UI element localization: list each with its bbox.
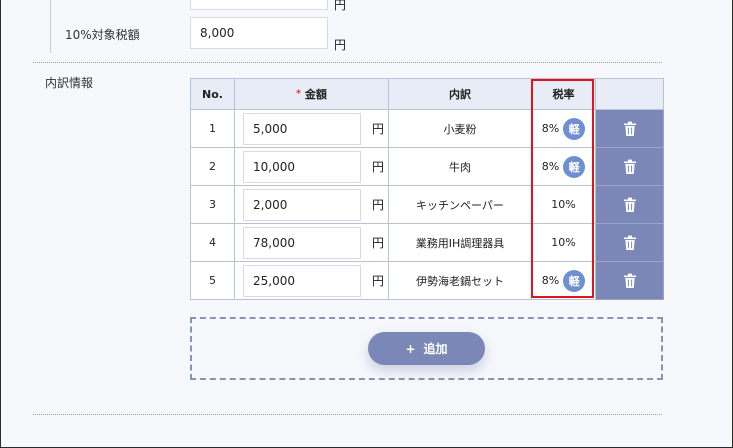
tax-rate-cell: 10% (531, 223, 596, 262)
header-no: No. (190, 78, 235, 110)
add-row-button[interactable]: + 追加 (368, 332, 485, 365)
amount-input[interactable]: 5,000 (243, 112, 361, 145)
header-item: 内訳 (388, 78, 532, 110)
table-row: 2 10,000 円牛肉 8% 軽 (190, 147, 664, 186)
trash-icon (623, 273, 636, 288)
trash-icon (623, 197, 636, 212)
amount-input[interactable]: 2,000 (243, 188, 361, 221)
tax10-amount-input[interactable]: 8,000 (190, 17, 328, 49)
tax-rate-value: 8% (541, 122, 560, 135)
table-row: 4 78,000 円業務用IH調理器具 10% (190, 223, 664, 262)
tax-rate-cell: 8% 軽 (531, 147, 596, 186)
header-tax-rate: 税率 (531, 78, 596, 110)
add-row-label: 追加 (423, 342, 448, 356)
amount-input[interactable]: 10,000 (243, 150, 361, 183)
breakdown-table: No. * 金額 内訳 税率 1 5,000 円小麦粉 8% 軽 2 10,000 円牛肉 8% 軽… (190, 78, 664, 300)
item-name: 業務用IH調理器具 (388, 223, 532, 262)
item-name: 牛肉 (388, 147, 532, 186)
header-amount: * 金額 (234, 78, 389, 110)
item-name: 小麦粉 (388, 109, 532, 148)
row-number: 4 (190, 223, 235, 262)
yen-unit: 円 (372, 198, 385, 212)
reduced-rate-badge: 軽 (563, 155, 586, 178)
required-mark: * (296, 89, 301, 99)
amount-input[interactable]: 78,000 (243, 226, 361, 259)
delete-row-button[interactable] (595, 147, 664, 186)
yen-unit: 円 (372, 122, 385, 136)
tax-rate-value: 10% (551, 236, 576, 249)
header-actions (595, 78, 664, 110)
breakdown-section-label: 内訳情報 (45, 76, 94, 90)
amount-cell: 78,000 円 (234, 223, 389, 262)
tax-rate-cell: 10% (531, 185, 596, 224)
delete-row-button[interactable] (595, 109, 664, 148)
amount-cell: 10,000 円 (234, 147, 389, 186)
left-guide-line (50, 0, 51, 53)
item-name: 伊勢海老鍋セット (388, 261, 532, 300)
plus-icon: + (405, 341, 416, 356)
tax-rate-cell: 8% 軽 (531, 261, 596, 300)
tax-rate-value: 10% (551, 198, 576, 211)
row-number: 1 (190, 109, 235, 148)
table-row: 3 2,000 円キッチンペーパー 10% (190, 185, 664, 224)
reduced-rate-badge: 軽 (563, 269, 586, 292)
trash-icon (623, 235, 636, 250)
yen-unit: 円 (372, 274, 385, 288)
trash-icon (623, 121, 636, 136)
table-header-row: No. * 金額 内訳 税率 (190, 78, 664, 110)
header-amount-label: 金額 (304, 88, 327, 101)
delete-row-button[interactable] (595, 185, 664, 224)
row-number: 2 (190, 147, 235, 186)
row-number: 3 (190, 185, 235, 224)
amount-input[interactable]: 25,000 (243, 264, 361, 297)
tax-rate-cell: 8% 軽 (531, 109, 596, 148)
item-name: キッチンペーパー (388, 185, 532, 224)
row-number: 5 (190, 261, 235, 300)
reduced-rate-badge: 軽 (563, 117, 586, 140)
yen-unit: 円 (372, 160, 385, 174)
tax8-amount-unit: 円 (334, 0, 347, 12)
trash-icon (623, 159, 636, 174)
table-row: 1 5,000 円小麦粉 8% 軽 (190, 109, 664, 148)
bottom-divider (33, 414, 662, 415)
table-row: 5 25,000 円伊勢海老鍋セット 8% 軽 (190, 261, 664, 300)
delete-row-button[interactable] (595, 261, 664, 300)
amount-cell: 25,000 円 (234, 261, 389, 300)
yen-unit: 円 (372, 236, 385, 250)
amount-cell: 5,000 円 (234, 109, 389, 148)
tax-rate-value: 8% (541, 160, 560, 173)
amount-cell: 2,000 円 (234, 185, 389, 224)
tax10-amount-unit: 円 (334, 38, 347, 52)
delete-row-button[interactable] (595, 223, 664, 262)
tax-rate-value: 8% (541, 274, 560, 287)
section-divider (33, 62, 662, 63)
tax10-label: 10%対象税額 (65, 28, 140, 42)
tax8-amount-input[interactable] (190, 0, 328, 10)
